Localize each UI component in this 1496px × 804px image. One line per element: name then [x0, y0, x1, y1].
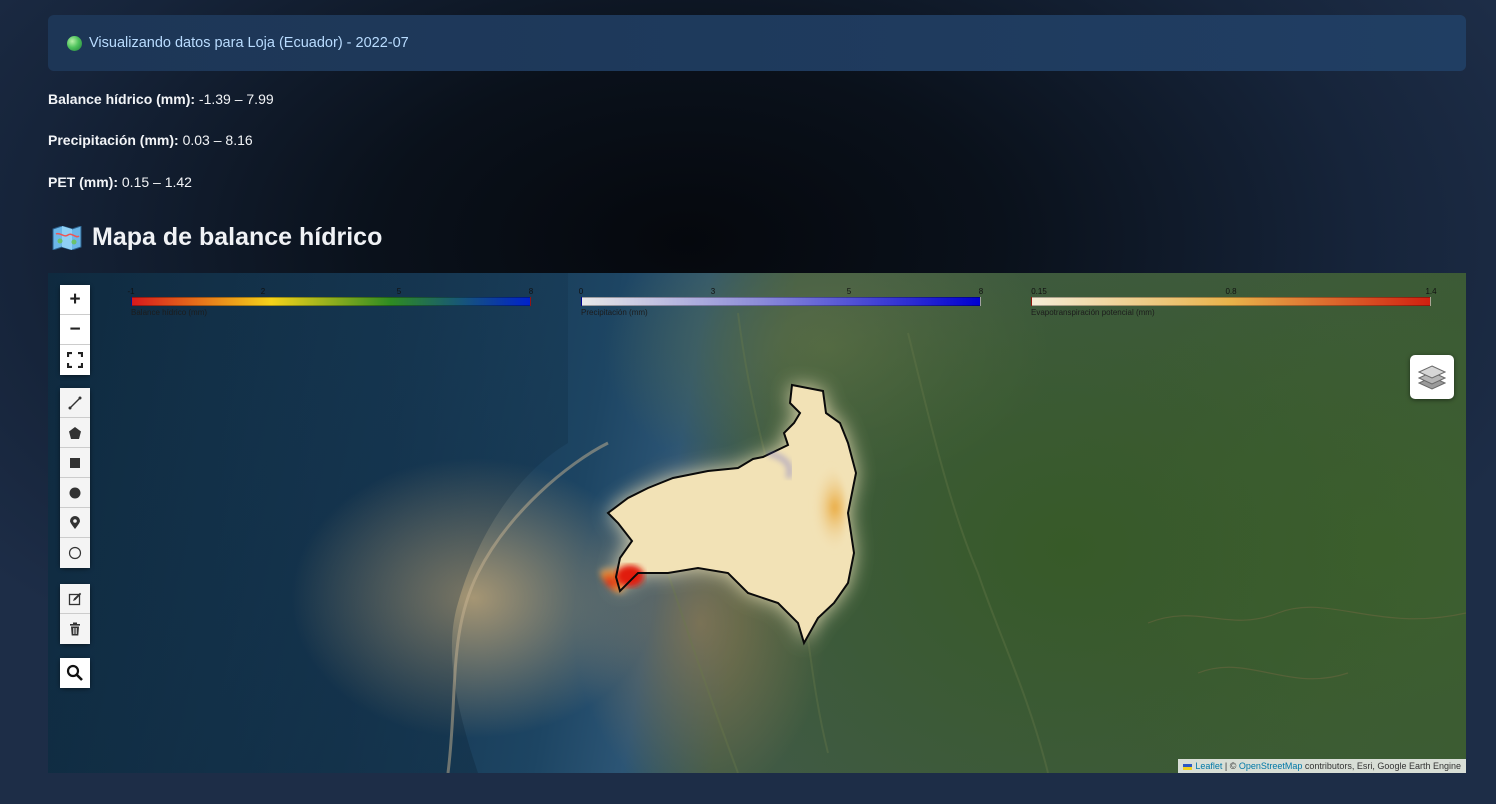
- search-control: [60, 658, 90, 688]
- legend-ticks: -1 2 5 8: [127, 287, 534, 297]
- legend-tick: 5: [846, 287, 852, 296]
- marker-icon: [70, 515, 80, 529]
- legend-color-bar: [581, 297, 981, 306]
- draw-circlemarker-button[interactable]: [60, 538, 90, 568]
- edit-layers-button[interactable]: [60, 584, 90, 614]
- rectangle-icon: [70, 457, 80, 468]
- map-view[interactable]: -1 2 5 8 Balance hídrico (mm) 0 3 5 8 Pr…: [48, 273, 1466, 773]
- search-icon: [66, 664, 83, 681]
- legend-color-bar: [1031, 297, 1431, 306]
- section-heading: Mapa de balance hídrico: [52, 223, 382, 252]
- draw-toolbar: [60, 388, 90, 568]
- draw-circle-button[interactable]: [60, 478, 90, 508]
- legend-caption: Evapotranspiración potencial (mm): [1031, 308, 1155, 317]
- fullscreen-icon: [67, 352, 83, 368]
- legend-tick: 0.8: [1225, 287, 1237, 296]
- alert-text: Visualizando datos para Loja (Ecuador) -…: [89, 35, 409, 51]
- legend-tick: 0: [578, 287, 584, 296]
- stat-pet: PET (mm): 0.15 – 1.42: [48, 174, 192, 190]
- ukraine-flag-icon: [1183, 763, 1193, 770]
- stat-precipitation: Precipitación (mm): 0.03 – 8.16: [48, 132, 253, 148]
- edit-toolbar: [60, 584, 90, 644]
- map-attribution: Leaflet | © OpenStreetMap contributors, …: [1178, 759, 1466, 773]
- legend-tick: 5: [396, 287, 402, 296]
- stat-label: PET (mm):: [48, 174, 118, 190]
- legend-caption: Precipitación (mm): [581, 308, 648, 317]
- legend-tick: 1.4: [1425, 287, 1437, 296]
- stat-label: Balance hídrico (mm):: [48, 91, 196, 107]
- stat-label: Precipitación (mm):: [48, 132, 179, 148]
- legend-tick: 8: [978, 287, 984, 296]
- stat-balance: Balance hídrico (mm): -1.39 – 7.99: [48, 91, 274, 107]
- legend-caption: Balance hídrico (mm): [131, 308, 208, 317]
- stat-value: 0.15 – 1.42: [121, 174, 192, 190]
- polyline-icon: [68, 396, 82, 409]
- green-circle-icon: [67, 35, 82, 51]
- legend-balance: -1 2 5 8 Balance hídrico (mm): [127, 287, 534, 317]
- draw-marker-button[interactable]: [60, 508, 90, 538]
- osm-link[interactable]: OpenStreetMap: [1239, 761, 1303, 771]
- stat-value: -1.39 – 7.99: [198, 91, 274, 107]
- legend-tick: 3: [710, 287, 716, 296]
- legend-tick: 2: [260, 287, 266, 296]
- layers-button[interactable]: [1410, 355, 1454, 399]
- delete-layers-button[interactable]: [60, 614, 90, 644]
- legend-ticks: 0 3 5 8: [578, 287, 984, 297]
- info-alert: Visualizando datos para Loja (Ecuador) -…: [48, 15, 1466, 71]
- attribution-rest: contributors, Esri, Google Earth Engine: [1302, 761, 1461, 771]
- legend-tick: 0.15: [1031, 287, 1047, 296]
- search-button[interactable]: [60, 658, 90, 688]
- attribution-separator: | ©: [1222, 761, 1239, 771]
- circle-icon: [69, 487, 81, 498]
- zoom-in-button[interactable]: +: [60, 285, 90, 315]
- zoom-control: + −: [60, 285, 90, 375]
- legend-tick: -1: [127, 287, 135, 296]
- trash-icon: [70, 622, 80, 636]
- legend-color-bar: [131, 297, 531, 306]
- circlemarker-icon: [68, 546, 82, 560]
- draw-polyline-button[interactable]: [60, 388, 90, 418]
- draw-rectangle-button[interactable]: [60, 448, 90, 478]
- map-icon: [52, 225, 82, 250]
- legend-ticks: 0.15 0.8 1.4: [1031, 287, 1436, 297]
- legend-tick: 8: [528, 287, 534, 296]
- stat-value: 0.03 – 8.16: [182, 132, 253, 148]
- section-title: Mapa de balance hídrico: [92, 223, 383, 251]
- edit-icon: [68, 592, 82, 605]
- layers-icon: [1418, 365, 1446, 390]
- leaflet-link[interactable]: Leaflet: [1195, 761, 1222, 771]
- polygon-icon: [69, 426, 81, 439]
- zoom-out-button[interactable]: −: [60, 315, 90, 345]
- map-overlay: [48, 273, 1466, 773]
- draw-polygon-button[interactable]: [60, 418, 90, 448]
- fullscreen-button[interactable]: [60, 345, 90, 375]
- legend-pet: 0.15 0.8 1.4 Evapotranspiración potencia…: [1031, 287, 1437, 317]
- legend-precipitation: 0 3 5 8 Precipitación (mm): [578, 287, 984, 317]
